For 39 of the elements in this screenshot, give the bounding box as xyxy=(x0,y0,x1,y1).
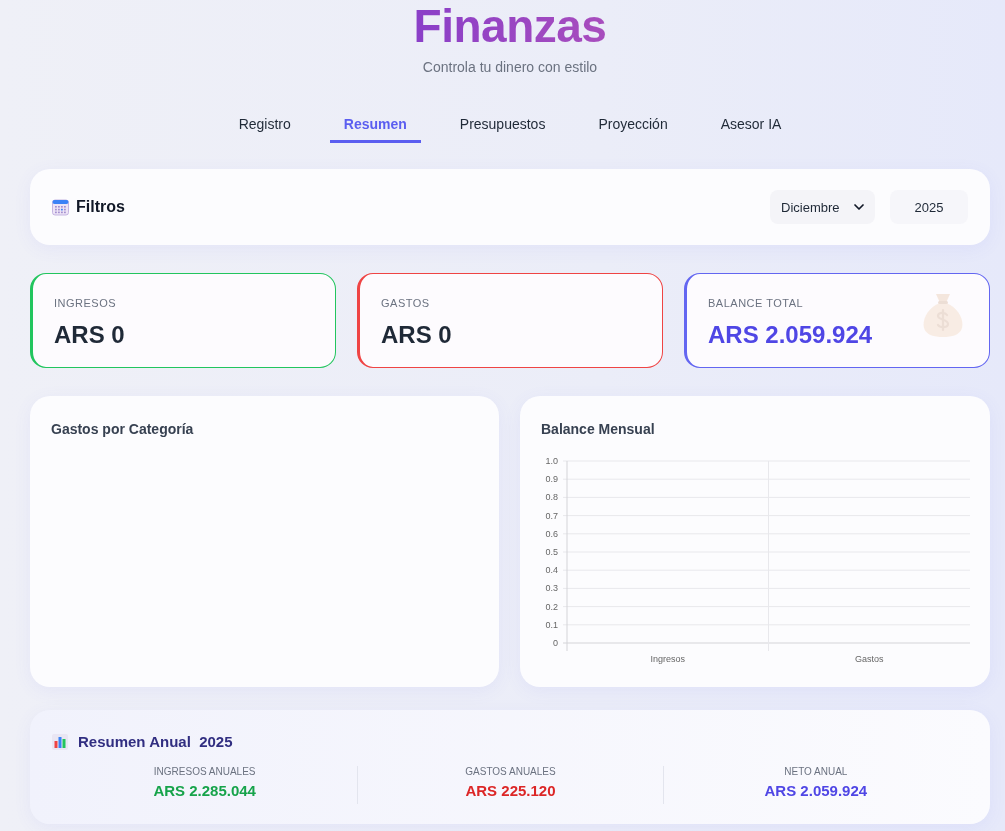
axis-label: 0.6 xyxy=(545,528,558,539)
axis-label: 0.2 xyxy=(545,601,558,612)
nav-tab[interactable]: Registro xyxy=(224,110,305,143)
annual-label: NETO ANUAL xyxy=(784,766,848,778)
axis-label: Gastos xyxy=(855,654,884,664)
app-subtitle: Controla tu dinero con estilo xyxy=(422,58,598,76)
nav-tab[interactable]: Proyección xyxy=(584,110,682,143)
stat-label: BALANCE TOTAL xyxy=(708,296,805,310)
stat-label: GASTOS xyxy=(381,296,431,310)
annual-value: ARS 2.285.044 xyxy=(153,782,256,800)
axis-label: 0.9 xyxy=(545,474,558,485)
axis-label: 0.3 xyxy=(545,583,558,594)
year-input[interactable]: 2025 xyxy=(890,190,968,224)
axis-label: 1.0 xyxy=(545,456,558,466)
axis-label: 0.7 xyxy=(545,510,558,521)
stat-value: ARS 0 xyxy=(54,320,125,350)
axis-label: 0.5 xyxy=(545,547,558,557)
axis-label: Ingresos xyxy=(650,654,685,664)
axis-label: 0.1 xyxy=(545,619,558,630)
axis-label: 0 xyxy=(553,638,558,648)
stat-value: ARS 2.059.924 xyxy=(708,320,873,350)
filters-title: Filtros xyxy=(76,198,125,216)
nav-tab[interactable]: Asesor IA xyxy=(706,110,796,143)
nav-tab[interactable]: Resumen xyxy=(329,110,421,143)
stat-label: INGRESOS xyxy=(54,296,118,310)
calendar-icon xyxy=(52,198,69,216)
nav-tab[interactable]: Presupuestos xyxy=(445,110,560,143)
month-select[interactable]: Diciembre xyxy=(770,190,875,224)
annual-label: INGRESOS ANUALES xyxy=(153,766,256,778)
chart-title: Gastos por Categoría xyxy=(51,421,195,438)
annual-value: ARS 225.120 xyxy=(465,782,556,800)
bar-chart-icon xyxy=(52,734,68,750)
axis-label: 0.4 xyxy=(545,565,558,576)
annual-summary-title: Resumen Anual 2025 xyxy=(78,732,233,752)
annual-label: GASTOS ANUALES xyxy=(465,766,556,778)
chart-title: Balance Mensual xyxy=(541,421,656,438)
annual-value: ARS 2.059.924 xyxy=(764,782,868,800)
axis-label: 0.8 xyxy=(545,492,558,503)
stat-value: ARS 0 xyxy=(381,320,452,350)
